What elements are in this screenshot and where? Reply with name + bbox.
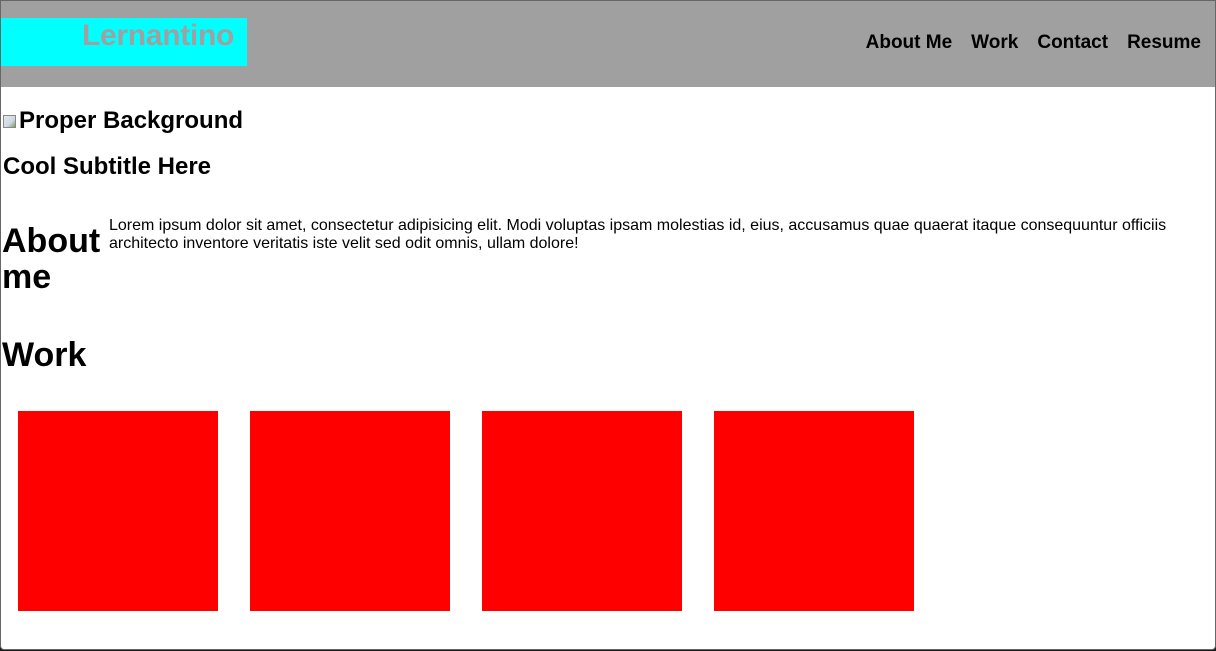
- work-item[interactable]: [714, 411, 914, 611]
- site-header: Lernantino About Me Work Contact Resume: [1, 1, 1215, 87]
- page: Lernantino About Me Work Contact Resume …: [0, 0, 1216, 650]
- hero-image-alt-text: Proper Background: [19, 107, 244, 134]
- broken-image-icon: [1, 113, 17, 129]
- work-item[interactable]: [482, 411, 682, 611]
- work-heading: Work: [2, 336, 87, 374]
- work-grid: [18, 411, 914, 611]
- hero-image: Proper Background: [1, 107, 243, 135]
- site-logo[interactable]: Lernantino: [82, 18, 234, 54]
- nav-about-me-link[interactable]: About Me: [866, 30, 953, 56]
- nav-resume-link[interactable]: Resume: [1127, 30, 1201, 56]
- hero-subtitle: Cool Subtitle Here: [3, 153, 212, 180]
- about-heading: About me: [2, 222, 101, 296]
- nav-work-link[interactable]: Work: [971, 30, 1018, 56]
- main-nav: About Me Work Contact Resume: [847, 30, 1201, 56]
- about-text: Lorem ipsum dolor sit amet, consectetur …: [109, 217, 1167, 252]
- work-item[interactable]: [250, 411, 450, 611]
- nav-contact-link[interactable]: Contact: [1037, 30, 1108, 56]
- work-item[interactable]: [18, 411, 218, 611]
